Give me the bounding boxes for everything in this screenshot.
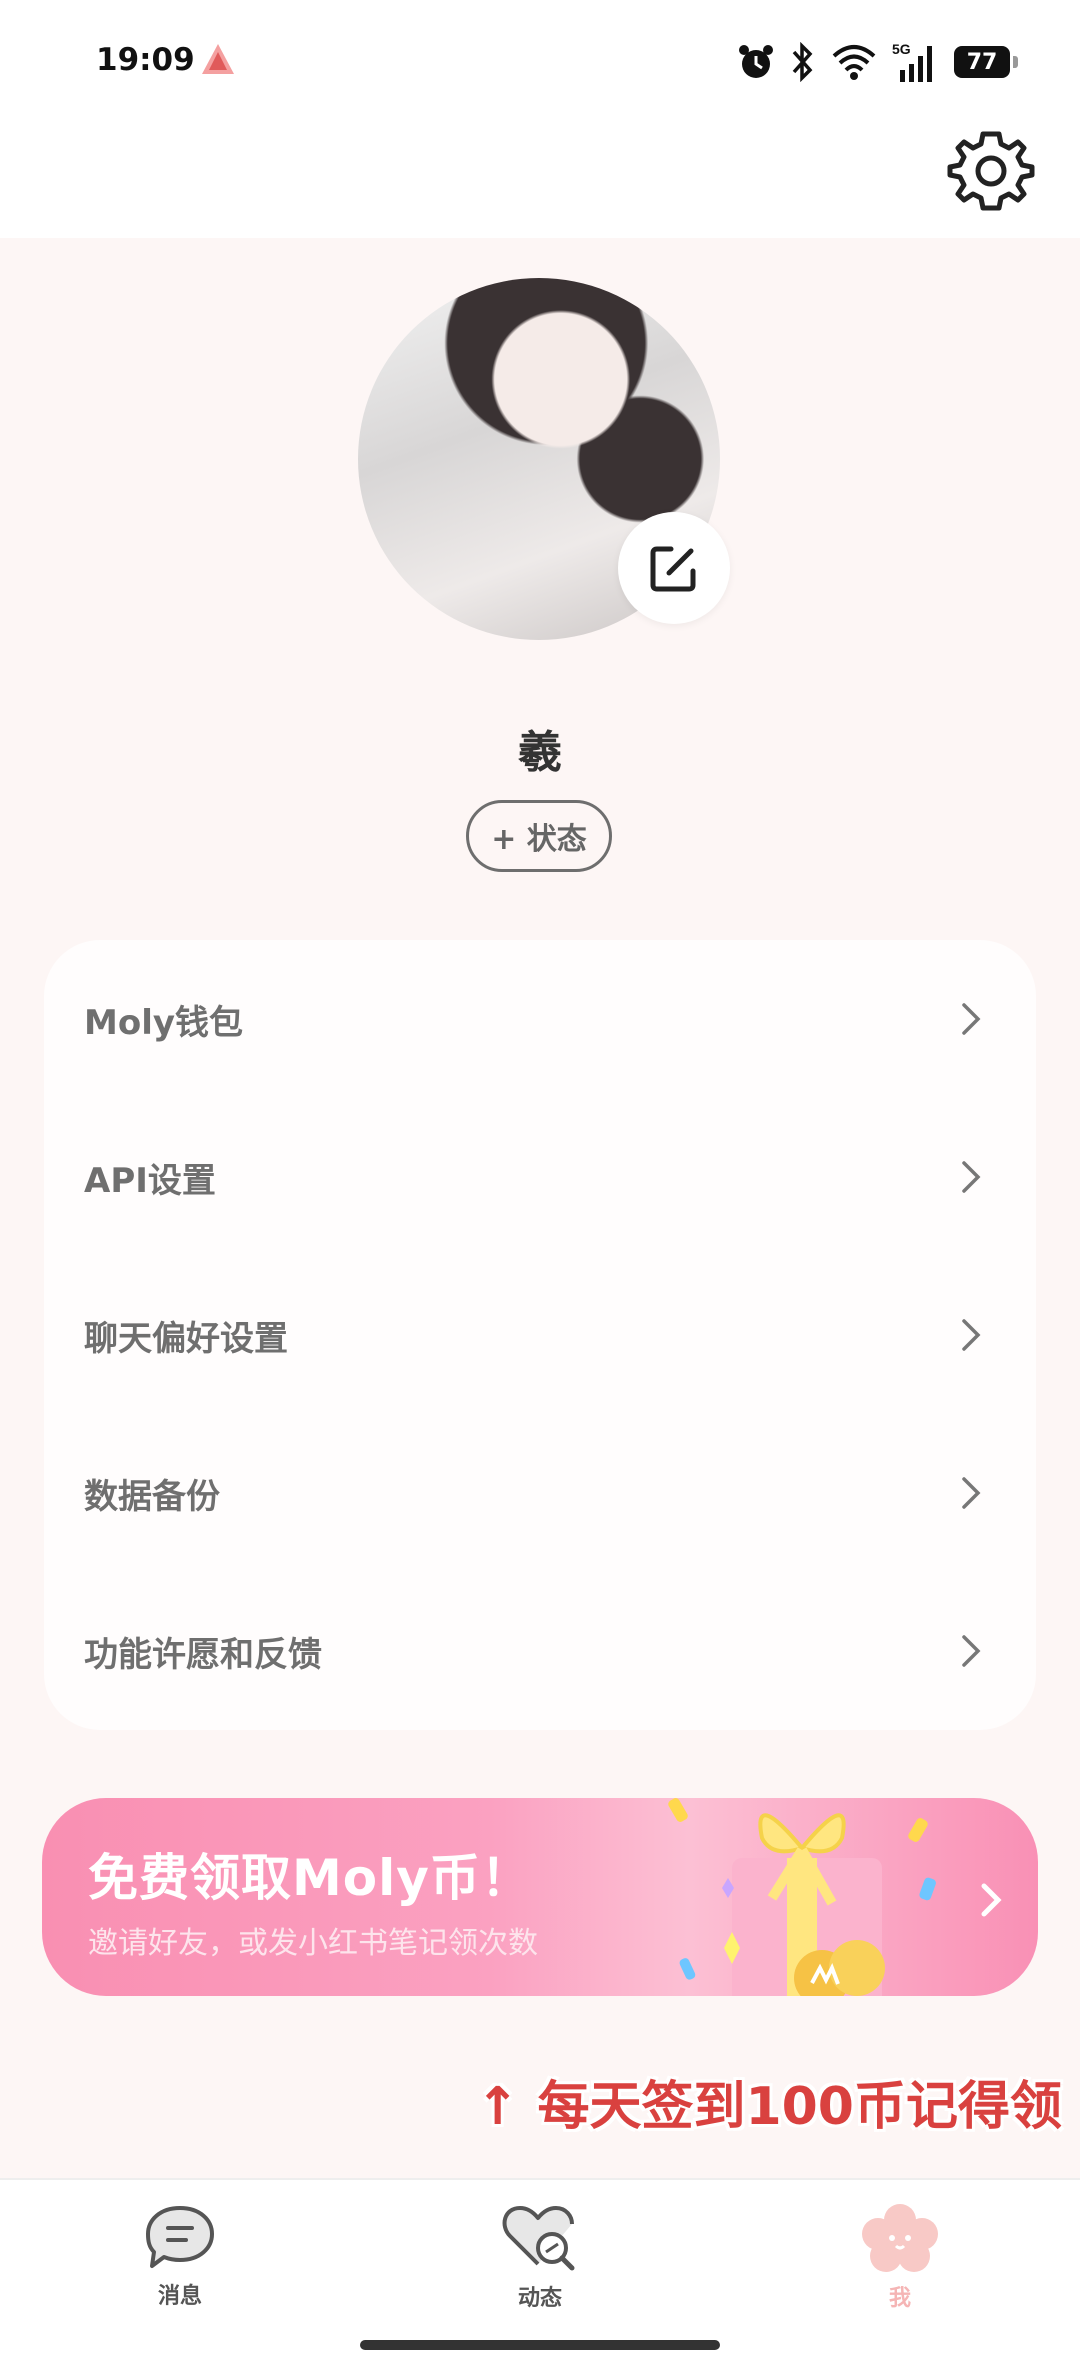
home-indicator[interactable] [360,2340,720,2350]
menu-item-label: 聊天偏好设置 [84,1318,288,1359]
top-bar [0,120,1080,238]
menu-item-wallet[interactable]: Moly钱包 [44,940,1036,1098]
gift-box-icon [668,1798,936,1996]
promo-title: 免费领取Moly币！ [88,1849,532,1907]
tab-me[interactable]: 我 [810,2202,990,2312]
menu-item-label: 功能许愿和反馈 [84,1634,322,1675]
chevron-right-icon [962,1003,981,1035]
tab-moments[interactable]: 动态 [450,2202,630,2312]
alarm-icon [739,45,773,78]
menu-item-label: API设置 [84,1160,216,1201]
menu-item-label: Moly钱包 [84,1002,244,1043]
signal-5g-icon: 5G [892,41,932,82]
edit-icon [650,546,696,592]
status-icons: 5G 77 [736,38,1018,86]
wifi-icon [832,45,876,80]
tab-messages[interactable]: 消息 [90,2202,270,2310]
chat-bubble-icon [146,2206,214,2268]
settings-menu: Moly钱包 API设置 聊天偏好设置 数据备份 功能许愿和反馈 [44,940,1036,1730]
avatar-container[interactable] [358,278,730,640]
chevron-right-icon [962,1635,981,1667]
tab-label: 动态 [517,2286,562,2311]
battery-indicator: 77 [954,46,1018,78]
status-bar: 19:09 5G 77 [0,0,1080,120]
app-notification-icon [202,44,234,74]
flower-face-icon [862,2204,938,2272]
bluetooth-icon [792,42,813,82]
add-status-button[interactable]: + 状态 [466,800,612,872]
username: 羲 [518,727,562,778]
svg-text:5G: 5G [892,41,911,57]
tab-label: 消息 [157,2284,202,2309]
menu-item-feedback[interactable]: 功能许愿和反馈 [44,1572,1036,1730]
menu-item-chat-preferences[interactable]: 聊天偏好设置 [44,1256,1036,1414]
menu-item-data-backup[interactable]: 数据备份 [44,1414,1036,1572]
settings-gear-icon[interactable] [946,126,1036,216]
tab-label: 我 [888,2286,911,2311]
chevron-right-icon [962,1161,981,1193]
edit-avatar-button[interactable] [618,512,730,624]
menu-item-label: 数据备份 [84,1476,220,1517]
chevron-right-icon [962,1477,981,1509]
daily-signin-hint: ↑ 每天签到100币记得领 [475,2077,1062,2137]
chevron-right-icon [962,1319,981,1351]
free-coins-banner[interactable]: 免费领取Moly币！ 邀请好友，或发小红书笔记领次数 [42,1798,1038,1996]
chevron-right-icon [981,1883,1002,1917]
menu-item-api-settings[interactable]: API设置 [44,1098,1036,1256]
promo-subtitle: 邀请好友，或发小红书笔记领次数 [88,1926,538,1961]
status-time: 19:09 [96,42,195,78]
heart-search-icon [502,2206,575,2271]
